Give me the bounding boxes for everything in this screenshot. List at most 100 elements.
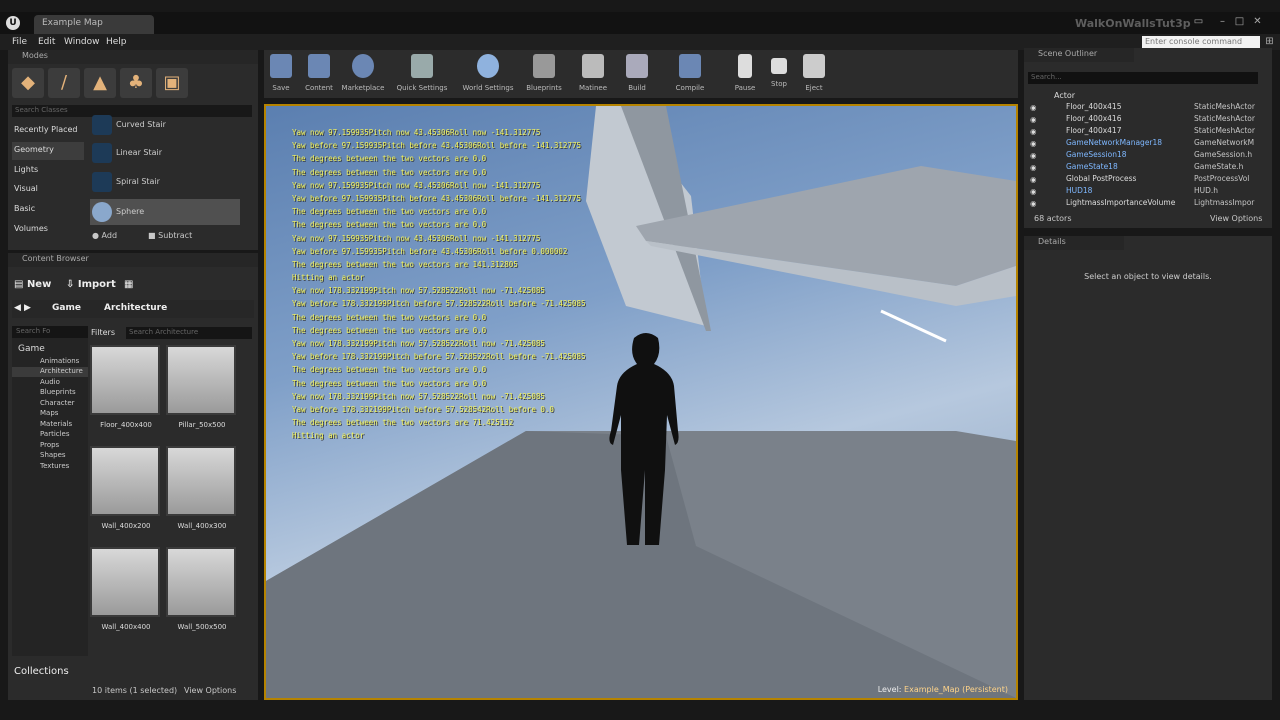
matinee-button[interactable]: Matinee: [574, 52, 612, 96]
outliner-row[interactable]: ◉ GameState18 GameState.h: [1028, 162, 1268, 174]
import-button[interactable]: ⇩ Import: [66, 279, 116, 290]
compile-button[interactable]: Compile: [672, 52, 708, 96]
outliner-view-options[interactable]: View Options: [1210, 214, 1262, 223]
category-geometry[interactable]: Geometry: [12, 142, 84, 160]
blueprints-button[interactable]: Blueprints: [522, 52, 566, 96]
eye-icon[interactable]: ◉: [1030, 103, 1037, 112]
content-button[interactable]: Content: [302, 52, 336, 96]
eject-button[interactable]: Eject: [800, 52, 828, 96]
category-visual[interactable]: Visual: [12, 181, 84, 199]
place-mode-icon[interactable]: ◆: [12, 68, 44, 98]
eye-icon[interactable]: ◉: [1030, 151, 1037, 160]
scene-outliner-tab[interactable]: Scene Outliner: [1024, 48, 1134, 62]
details-tab[interactable]: Details: [1024, 236, 1124, 250]
eye-icon[interactable]: ◉: [1030, 199, 1037, 208]
outliner-row[interactable]: ◉ Floor_400x416 StaticMeshActor: [1028, 114, 1268, 126]
view-options-button[interactable]: View Options: [184, 686, 236, 695]
console-icon[interactable]: ⊞: [1263, 35, 1276, 48]
outliner-row[interactable]: ◉ Global PostProcess PostProcessVol: [1028, 174, 1268, 186]
build-button[interactable]: Build: [622, 52, 652, 96]
folder-audio[interactable]: Audio: [12, 378, 88, 388]
folder-architecture[interactable]: Architecture: [12, 367, 88, 377]
new-button[interactable]: ▤ New: [14, 279, 51, 290]
menu-file[interactable]: File: [12, 37, 27, 47]
quick-settings-button[interactable]: Quick Settings: [394, 52, 450, 96]
menu-window[interactable]: Window: [64, 37, 100, 47]
map-tab[interactable]: Example Map: [34, 15, 154, 34]
chat-icon[interactable]: ▭: [1192, 15, 1205, 28]
asset-wall-400x300[interactable]: Wall_400x300: [166, 446, 238, 538]
back-icon[interactable]: ◀ ▶: [14, 303, 31, 313]
folder-animations[interactable]: Animations: [12, 357, 88, 367]
folder-game[interactable]: Game: [18, 344, 45, 354]
world-settings-button[interactable]: World Settings: [460, 52, 516, 96]
content-browser-tab[interactable]: Content Browser: [8, 253, 258, 267]
tool-label: Quick Settings: [396, 84, 448, 92]
asset-floor-400x400[interactable]: Floor_400x400: [90, 345, 162, 437]
filters-button[interactable]: Filters: [91, 328, 115, 337]
folder-particles[interactable]: Particles: [12, 430, 88, 440]
eye-icon[interactable]: ◉: [1030, 187, 1037, 196]
subtract-radio[interactable]: ■ Subtract: [148, 231, 192, 240]
outliner-row[interactable]: ◉ GameSession18 GameSession.h: [1028, 150, 1268, 162]
modes-tab[interactable]: Modes: [8, 50, 258, 64]
log-line: The degrees between the two vectors are …: [292, 207, 487, 217]
folder-textures[interactable]: Textures: [12, 462, 88, 472]
asset-search-input[interactable]: Search Architecture: [126, 327, 252, 339]
eye-icon[interactable]: ◉: [1030, 115, 1037, 124]
breadcrumb-game[interactable]: Game: [52, 303, 81, 313]
category-recently-placed[interactable]: Recently Placed: [12, 122, 84, 140]
level-viewport[interactable]: Yaw now 97.159935Pitch now 43.45306Roll …: [264, 104, 1018, 700]
save-all-icon[interactable]: ▦: [124, 279, 133, 290]
pause-button[interactable]: Pause: [730, 52, 760, 96]
breadcrumb-architecture[interactable]: Architecture: [104, 303, 167, 313]
menu-help[interactable]: Help: [106, 37, 127, 47]
asset-pillar-50x500[interactable]: Pillar_50x500: [166, 345, 238, 437]
eye-icon[interactable]: ◉: [1030, 127, 1037, 136]
stop-button[interactable]: Stop: [766, 52, 792, 96]
foliage-mode-icon[interactable]: ♣: [120, 68, 152, 98]
folder-shapes[interactable]: Shapes: [12, 451, 88, 461]
outliner-row[interactable]: ◉ Floor_400x417 StaticMeshActor: [1028, 126, 1268, 138]
category-basic[interactable]: Basic: [12, 201, 84, 219]
outliner-row[interactable]: ◉ Floor_400x415 StaticMeshActor: [1028, 102, 1268, 114]
minimize-icon[interactable]: –: [1216, 15, 1229, 28]
outliner-row[interactable]: ◉ HUD18 HUD.h: [1028, 186, 1268, 198]
close-icon[interactable]: ✕: [1251, 15, 1264, 28]
landscape-mode-icon[interactable]: ▲: [84, 68, 116, 98]
menu-edit[interactable]: Edit: [38, 37, 55, 47]
item-label: Sphere: [116, 207, 145, 216]
folder-maps[interactable]: Maps: [12, 409, 88, 419]
folder-blueprints[interactable]: Blueprints: [12, 388, 88, 398]
folder-materials[interactable]: Materials: [12, 420, 88, 430]
folder-props[interactable]: Props: [12, 441, 88, 451]
outliner-row[interactable]: ◉ GameNetworkManager18 GameNetworkM: [1028, 138, 1268, 150]
collections-button[interactable]: Collections: [14, 666, 69, 677]
maximize-icon[interactable]: □: [1233, 15, 1246, 28]
eye-icon[interactable]: ◉: [1030, 175, 1037, 184]
eye-icon[interactable]: ◉: [1030, 139, 1037, 148]
folder-character[interactable]: Character: [12, 399, 88, 409]
paint-mode-icon[interactable]: /: [48, 68, 80, 98]
category-volumes[interactable]: Volumes: [12, 221, 84, 239]
category-lights[interactable]: Lights: [12, 162, 84, 180]
outliner-search-input[interactable]: Search...: [1028, 72, 1258, 84]
content-icon: [308, 54, 330, 78]
asset-wall-500x500[interactable]: Wall_500x500: [166, 547, 238, 639]
save-button[interactable]: Save: [268, 52, 294, 96]
item-sphere[interactable]: Sphere: [90, 199, 240, 225]
marketplace-button[interactable]: Marketplace: [340, 52, 386, 96]
item-linear-stair[interactable]: Linear Stair: [90, 140, 240, 166]
eye-icon[interactable]: ◉: [1030, 163, 1037, 172]
folder-search-input[interactable]: Search Fo: [12, 326, 88, 338]
tool-label: World Settings: [462, 84, 514, 92]
item-curved-stair[interactable]: Curved Stair: [90, 112, 240, 138]
geometry-edit-mode-icon[interactable]: ▣: [156, 68, 188, 98]
marketplace-icon: [352, 54, 374, 78]
outliner-row[interactable]: ◉ LightmassImportanceVolume LightmassImpor: [1028, 198, 1268, 210]
item-spiral-stair[interactable]: Spiral Stair: [90, 169, 240, 195]
asset-wall-400x400[interactable]: Wall_400x400: [90, 547, 162, 639]
add-radio[interactable]: ● Add: [92, 231, 117, 240]
asset-wall-400x200[interactable]: Wall_400x200: [90, 446, 162, 538]
actor-column-header[interactable]: Actor: [1054, 91, 1075, 100]
